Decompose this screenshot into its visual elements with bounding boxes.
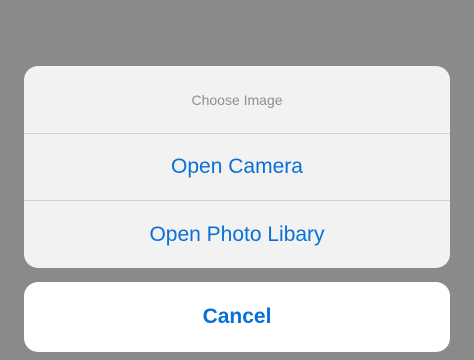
cancel-button[interactable]: Cancel <box>24 282 450 352</box>
open-photo-library-button[interactable]: Open Photo Libary <box>24 201 450 268</box>
action-sheet-options: Choose Image Open Camera Open Photo Liba… <box>24 66 450 268</box>
action-sheet-title: Choose Image <box>24 66 450 134</box>
open-camera-button[interactable]: Open Camera <box>24 134 450 201</box>
action-sheet-cancel-group: Cancel <box>24 282 450 352</box>
